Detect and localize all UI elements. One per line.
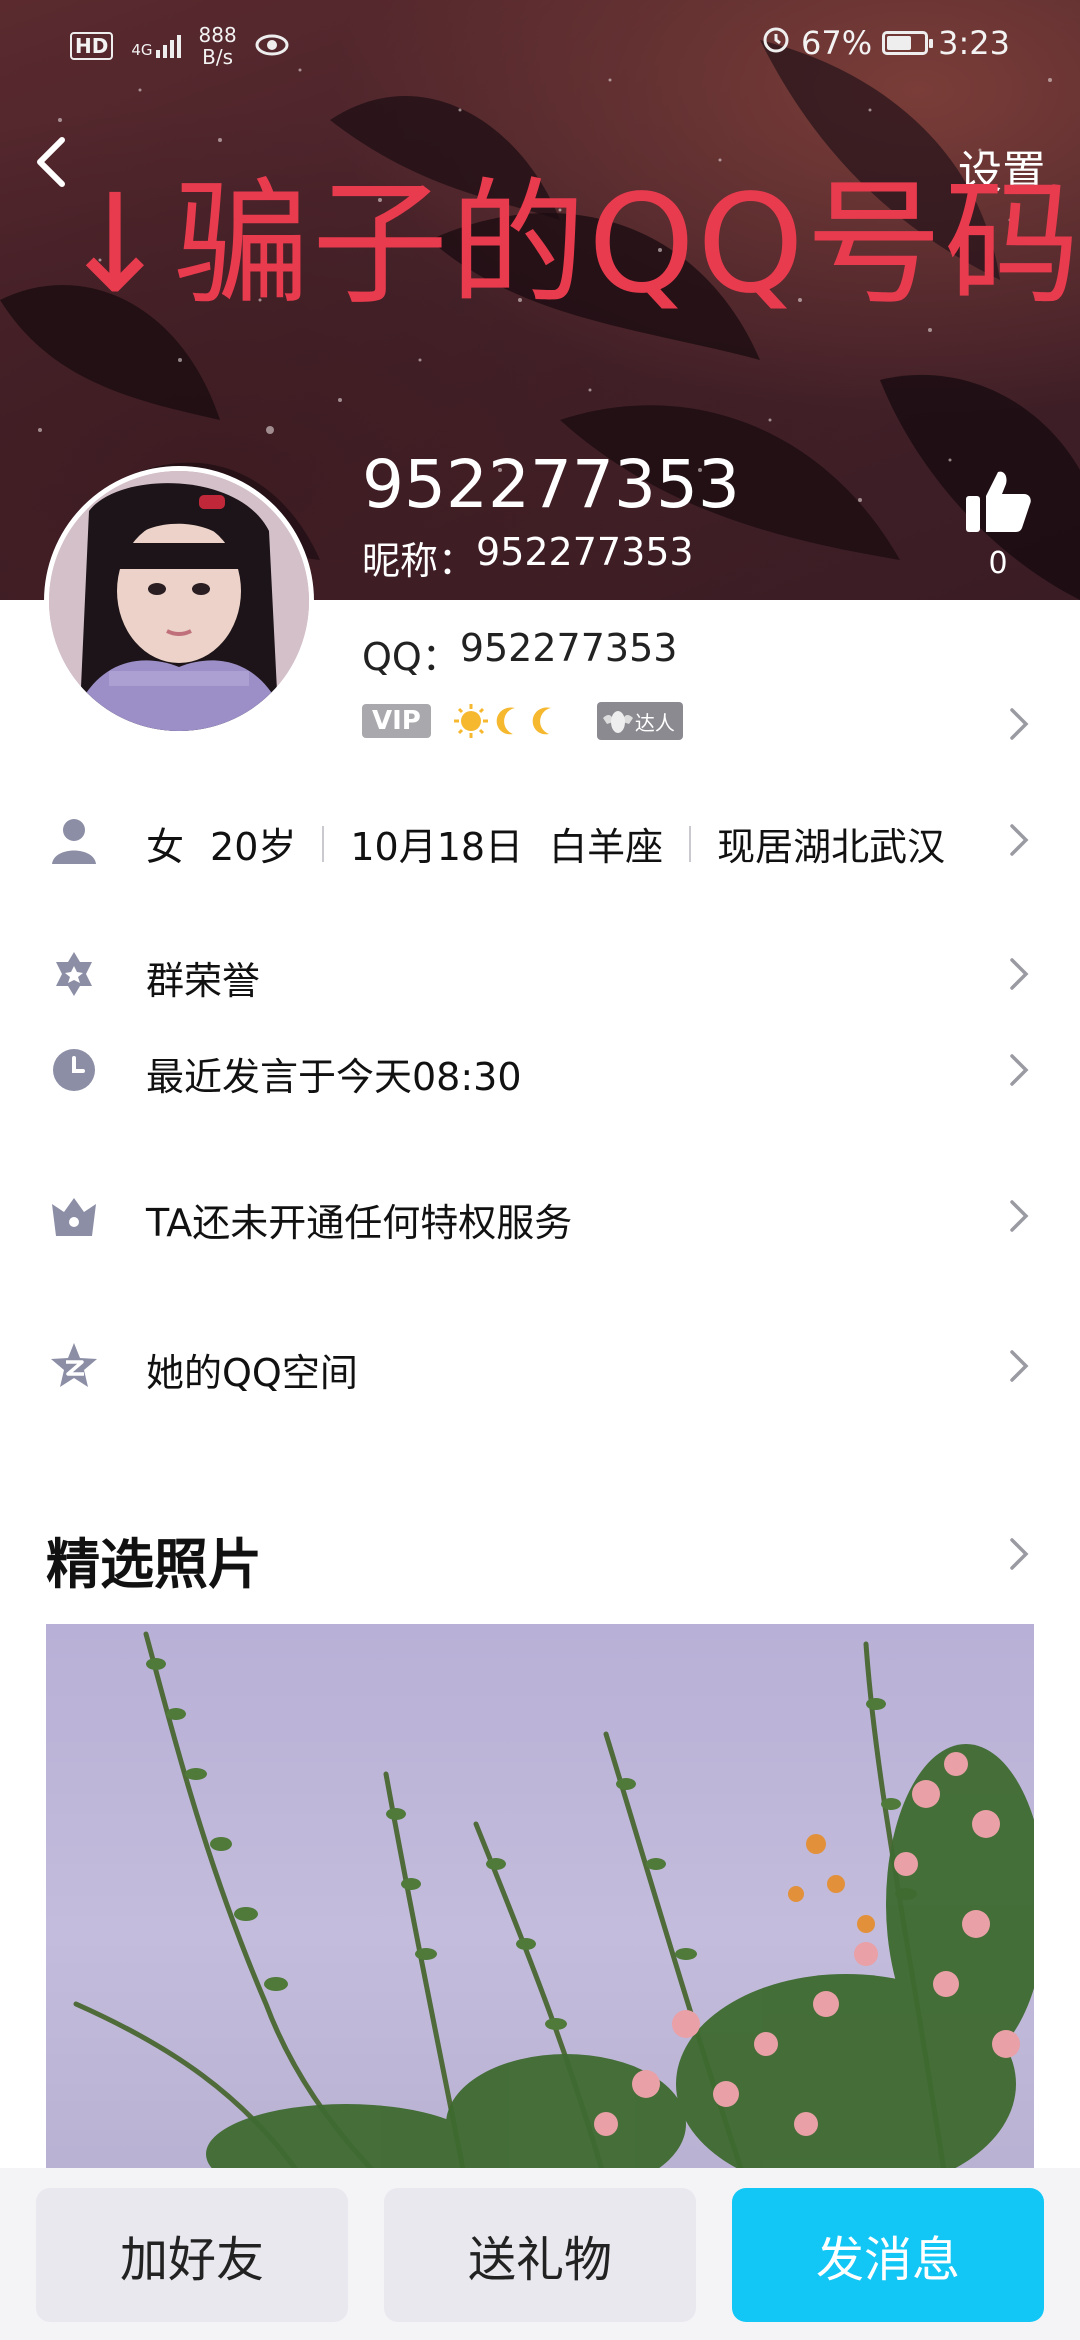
chevron-right-icon — [1010, 708, 1029, 740]
featured-photos-title: 精选照片 — [46, 1533, 262, 1596]
sun-icon — [453, 704, 488, 738]
clock-icon — [53, 1049, 95, 1091]
divider — [322, 825, 325, 862]
status-bar: HD 4G 888 B/s 67% 3:23 — [0, 22, 1080, 72]
profile-nickname: 昵称： 952277353 — [362, 530, 694, 583]
moon-icon — [532, 707, 551, 735]
like-button[interactable]: 0 — [956, 466, 1040, 581]
chevron-right-icon — [1010, 1054, 1029, 1086]
birthday: 10月18日 — [350, 825, 524, 869]
star-badge-icon — [56, 952, 92, 996]
chevron-right-icon[interactable] — [1008, 1536, 1030, 1572]
winged-penguin-icon — [602, 711, 633, 733]
avatar[interactable] — [44, 466, 314, 736]
profile-uin: 952277353 — [362, 446, 740, 523]
last-speech-row[interactable]: 最近发言于今天08:30 — [0, 1030, 1080, 1110]
qq-number: QQ： 952277353 — [362, 626, 678, 679]
alarm-icon — [761, 24, 791, 62]
group-honor-row[interactable]: 群荣誉 — [0, 934, 1080, 1014]
vip-badge: VIP — [362, 704, 431, 738]
eye-icon — [255, 27, 289, 65]
daren-badge: 达人 — [596, 702, 683, 740]
thumbs-up-icon — [966, 471, 1031, 532]
warning-overlay-text: ↓骗子的QQ号码 — [58, 166, 1080, 324]
moon-icon — [496, 707, 515, 735]
badges-row[interactable]: VIP 达人 — [362, 702, 683, 740]
crown-icon — [52, 1198, 96, 1236]
like-count: 0 — [988, 546, 1008, 581]
add-friend-button[interactable]: 加好友 — [36, 2188, 348, 2322]
clock: 3:23 — [938, 24, 1010, 62]
location: 现居湖北武汉 — [717, 825, 946, 869]
battery-icon — [882, 31, 934, 55]
basic-info-row[interactable]: 女 20岁 10月18日 白羊座 现居湖北武汉 — [0, 800, 1080, 880]
level-icons — [453, 703, 561, 739]
qzone-star-icon — [51, 1343, 97, 1387]
age: 20岁 — [210, 825, 297, 869]
featured-photo[interactable] — [46, 1624, 1034, 2184]
send-message-button[interactable]: 发消息 — [732, 2188, 1044, 2322]
flower-photo — [73, 1631, 1034, 2184]
hd-indicator: HD — [70, 32, 114, 60]
chevron-right-icon — [1010, 1200, 1029, 1232]
action-bar: 加好友 送礼物 发消息 — [0, 2168, 1080, 2340]
gender: 女 — [146, 825, 185, 869]
signal-icon: 4G — [131, 34, 181, 58]
qzone-row[interactable]: 她的QQ空间 — [0, 1326, 1080, 1406]
chevron-right-icon — [1010, 824, 1029, 856]
send-gift-button[interactable]: 送礼物 — [384, 2188, 696, 2322]
battery-percent: 67% — [801, 24, 873, 62]
chevron-right-icon — [1010, 958, 1029, 990]
person-icon — [52, 819, 96, 864]
divider — [689, 825, 692, 862]
avatar-photo — [49, 471, 309, 731]
privilege-row[interactable]: TA还未开通任何特权服务 — [0, 1176, 1080, 1256]
network-speed: 888 B/s — [198, 23, 237, 69]
zodiac: 白羊座 — [549, 825, 664, 869]
chevron-right-icon — [1010, 1350, 1029, 1382]
